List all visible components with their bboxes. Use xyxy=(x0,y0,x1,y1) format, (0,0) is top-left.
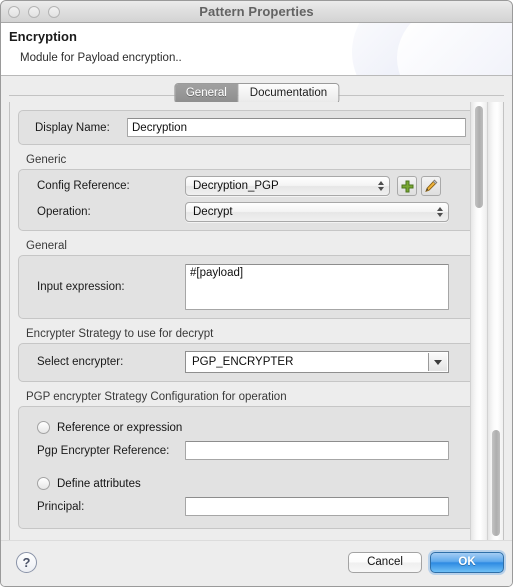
minimize-button[interactable] xyxy=(28,6,40,18)
select-encrypter-combobox[interactable]: PGP_ENCRYPTER xyxy=(185,351,449,373)
plus-icon xyxy=(401,180,413,192)
tab-documentation[interactable]: Documentation xyxy=(237,84,339,103)
config-reference-stepper-icon xyxy=(378,181,384,191)
pattern-properties-window: Pattern Properties Encryption Module for… xyxy=(0,0,513,587)
input-expression-textarea[interactable]: #[payload] xyxy=(185,264,449,310)
add-config-button[interactable] xyxy=(397,176,417,196)
config-reference-label: Config Reference: xyxy=(37,180,130,192)
tab-group: General Documentation xyxy=(173,83,340,104)
form-scrollbar[interactable] xyxy=(470,102,486,543)
display-name-input[interactable]: Decryption xyxy=(127,118,466,137)
window-title: Pattern Properties xyxy=(199,4,314,19)
input-expression-label: Input expression: xyxy=(37,281,125,293)
define-attributes-label: Define attributes xyxy=(57,477,141,490)
select-encrypter-row: Select encrypter: PGP_ENCRYPTER xyxy=(19,344,476,381)
reference-or-expression-radio[interactable] xyxy=(37,421,50,434)
dialog-scrollbar-thumb[interactable] xyxy=(492,430,500,536)
close-button[interactable] xyxy=(8,6,20,18)
cancel-button[interactable]: Cancel xyxy=(348,552,422,573)
ok-button[interactable]: OK xyxy=(430,552,504,573)
form-content: Display Name: Decryption Generic Config … xyxy=(10,102,485,531)
page-title: Encryption xyxy=(9,29,77,44)
reference-or-expression-label: Reference or expression xyxy=(57,421,183,434)
generic-section-label: Generic xyxy=(26,154,67,166)
zoom-button[interactable] xyxy=(48,6,60,18)
operation-row: Operation: Decrypt xyxy=(19,199,476,230)
general-group: Input expression: #[payload] xyxy=(18,255,477,319)
pgp-encrypter-reference-row: Pgp Encrypter Reference: xyxy=(19,436,476,465)
form-scroll-area: Display Name: Decryption Generic Config … xyxy=(9,102,504,544)
operation-dropdown[interactable]: Decrypt xyxy=(185,202,449,222)
edit-config-button[interactable] xyxy=(421,176,441,196)
pgp-config-group: Reference or expression Pgp Encrypter Re… xyxy=(18,406,477,529)
display-name-group: Display Name: Decryption xyxy=(18,110,477,145)
page-subtitle: Module for Payload encryption.. xyxy=(20,52,182,64)
operation-label: Operation: xyxy=(37,206,91,218)
reference-or-expression-radio-row[interactable]: Reference or expression xyxy=(19,407,476,436)
dialog-scrollbar[interactable] xyxy=(487,102,503,543)
principal-label: Principal: xyxy=(37,500,85,513)
pgp-encrypter-reference-input[interactable] xyxy=(185,441,449,460)
select-encrypter-chevron-down-icon[interactable] xyxy=(428,353,447,371)
pgp-encrypter-reference-label: Pgp Encrypter Reference: xyxy=(37,444,170,457)
pencil-icon xyxy=(425,179,438,193)
input-expression-row: Input expression: #[payload] xyxy=(19,256,476,318)
tab-bar: General Documentation xyxy=(1,76,512,104)
principal-input[interactable] xyxy=(185,497,449,516)
encrypter-strategy-group: Select encrypter: PGP_ENCRYPTER xyxy=(18,343,477,382)
dialog-footer: ? Cancel OK xyxy=(1,540,512,586)
config-reference-row: Config Reference: Decryption_PGP xyxy=(19,170,476,199)
select-encrypter-label: Select encrypter: xyxy=(37,356,124,368)
help-button[interactable]: ? xyxy=(16,552,37,573)
display-name-label: Display Name: xyxy=(35,121,110,134)
define-attributes-radio-row[interactable]: Define attributes xyxy=(19,465,476,492)
principal-row: Principal: xyxy=(19,492,476,518)
pgp-config-section-label: PGP encrypter Strategy Configuration for… xyxy=(26,391,287,403)
define-attributes-radio[interactable] xyxy=(37,477,50,490)
config-reference-dropdown[interactable]: Decryption_PGP xyxy=(185,176,390,196)
generic-group: Config Reference: Decryption_PGP Operati… xyxy=(18,169,477,231)
traffic-light-group xyxy=(8,6,60,18)
general-section-label: General xyxy=(26,240,67,252)
display-name-row: Display Name: Decryption xyxy=(19,111,476,144)
form-scrollbar-thumb[interactable] xyxy=(475,106,483,208)
header-decoration-secondary-icon xyxy=(397,23,512,75)
tab-general[interactable]: General xyxy=(174,84,238,103)
dialog-header: Encryption Module for Payload encryption… xyxy=(1,23,512,76)
encrypter-strategy-section-label: Encrypter Strategy to use for decrypt xyxy=(26,328,214,340)
operation-stepper-icon xyxy=(437,207,443,217)
window-titlebar: Pattern Properties xyxy=(1,1,512,23)
